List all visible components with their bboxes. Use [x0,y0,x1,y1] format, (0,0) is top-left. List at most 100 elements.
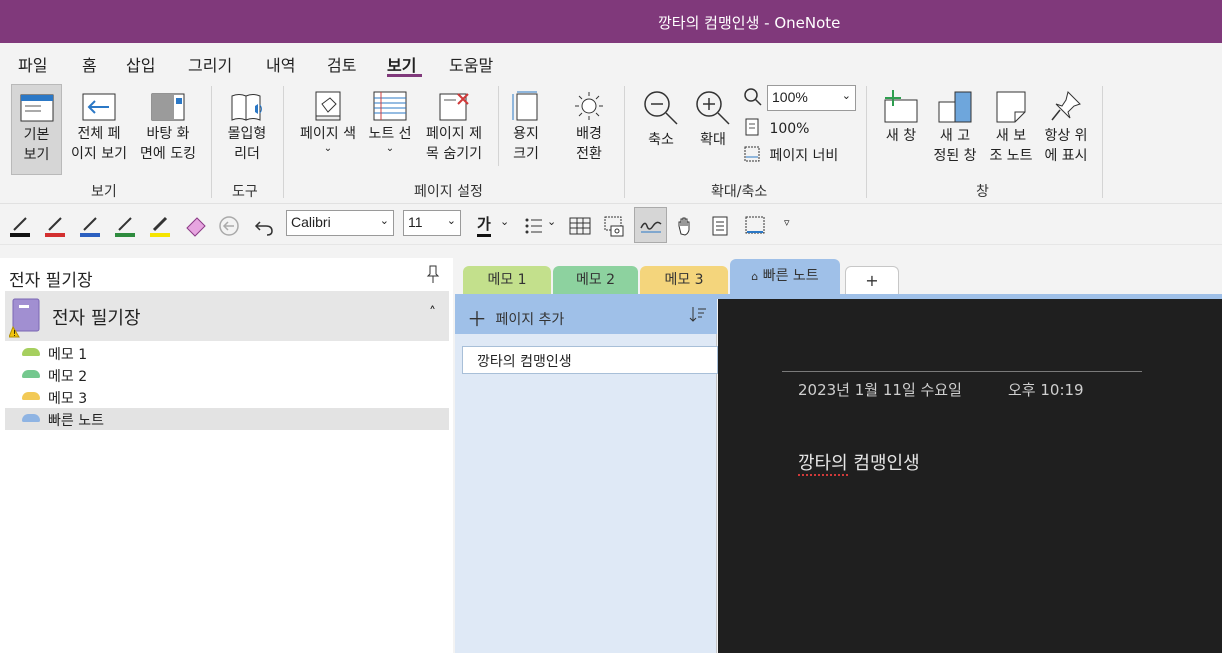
page-width-button[interactable]: 페이지 너비 [743,145,838,165]
notebook-row[interactable]: ! 전자 필기장 ˄ [5,291,449,341]
always-on-top-button[interactable]: 항상 위 에 표시 [1038,84,1094,175]
tab-history[interactable]: 내역 [266,52,295,76]
chevron-down-icon: ⌄ [323,143,333,154]
always-on-top-label-1: 항상 위 [1044,128,1088,144]
font-size-value: 11 [408,214,423,230]
section-tab-memo2[interactable]: 메모 2 [553,266,638,294]
normal-view-icon [20,94,53,122]
tab-draw[interactable]: 그리기 [188,52,232,76]
ink-to-text-button[interactable] [634,207,667,243]
hide-title-icon [439,93,469,121]
undo-icon[interactable] [252,214,276,238]
add-section-button[interactable]: + [845,266,899,294]
text-style-button[interactable]: 가 [477,213,491,237]
section-tab-memo3[interactable]: 메모 3 [640,266,728,294]
tab-review[interactable]: 검토 [327,52,356,76]
new-window-label: 새 창 [885,128,917,144]
hand-icon[interactable] [673,214,697,238]
pin-pane-icon[interactable] [424,264,442,284]
hide-page-title-button[interactable]: 페이지 제 목 숨기기 [418,84,490,175]
full-page-view-button[interactable]: 전체 페 이지 보기 [64,84,134,175]
page-width-icon[interactable] [743,214,767,238]
dock-to-desktop-button[interactable]: 바탕 화 면에 도킹 [134,84,202,175]
section-item-memo3[interactable]: 메모 3 [5,386,449,408]
section-label: 메모 3 [48,391,88,407]
new-window-button[interactable]: 새 창 [874,84,928,175]
chevron-down-icon[interactable]: ⌄ [547,215,556,228]
customize-toolbar-icon[interactable]: ▿ [784,216,790,229]
zoom-level-value: 100% [772,89,808,105]
notebook-icon: ! [9,298,40,338]
quick-notes-label: 빠른 노트 [762,268,819,284]
green-pen-icon[interactable] [113,214,137,238]
new-docked-window-button[interactable]: 새 고 정된 창 [928,84,982,175]
note-body[interactable]: 깡타의 컴맹인생 [798,449,920,476]
background-label-1: 배경 [576,126,602,142]
section-item-quick-notes[interactable]: 빠른 노트 [5,408,449,430]
yellow-highlighter-icon[interactable] [148,214,172,238]
font-size-select[interactable]: 11 ⌄ [403,210,461,236]
sort-icon[interactable] [688,305,708,323]
note-canvas[interactable]: 2023년 1월 11일 수요일 오후 10:19 깡타의 컴맹인생 [718,299,1222,653]
add-page-button[interactable]: ＋ 페이지 추가 [467,303,564,332]
magnifier-icon [744,88,762,106]
bullet-list-icon[interactable] [522,214,546,238]
tab-help[interactable]: 도움말 [449,52,493,76]
section-item-memo2[interactable]: 메모 2 [5,364,449,386]
page-color-button[interactable]: 페이지 색 ⌄ [292,84,364,175]
paper-size-button[interactable]: 용지 크기 [504,84,548,175]
new-side-note-button[interactable]: 새 보 조 노트 [984,84,1038,175]
black-pen-icon[interactable] [8,214,32,238]
zoom-out-button[interactable]: 축소 [636,84,686,175]
group-separator [498,86,499,166]
paper-size-label-1: 용지 [513,126,539,142]
blue-pen-icon[interactable] [78,214,102,238]
zoom-100-button[interactable]: 100% [745,118,809,137]
note-time: 오후 10:19 [1008,381,1084,399]
page-width-icon [744,146,760,162]
page-item[interactable]: 깡타의 컴맹인생 [462,346,718,374]
group-separator [211,86,212,198]
section-color-chip [22,392,40,400]
tab-insert[interactable]: 삽입 [126,52,155,76]
note-body-rest: 컴맹인생 [847,453,920,474]
notebook-sidebar: 전자 필기장 ! 전자 필기장 ˄ 메모 1 메모 2 메모 3 빠른 노트 [0,258,453,653]
chevron-down-icon[interactable]: ⌄ [500,215,509,228]
section-tab-memo1[interactable]: 메모 1 [463,266,551,294]
font-family-select[interactable]: Calibri ⌄ [286,210,394,236]
eraser-icon[interactable] [183,214,207,238]
chevron-up-icon[interactable]: ˄ [429,305,436,321]
zoom-level-select[interactable]: 100% ⌄ [767,85,856,111]
immersive-reader-button[interactable]: 몰입형 리더 [218,84,276,175]
tab-home[interactable]: 홈 [82,52,97,76]
section-tabs: 메모 1 메모 2 메모 3 ⌂ 빠른 노트 + [455,258,1222,294]
red-pen-icon[interactable] [43,214,67,238]
group-separator [283,86,284,198]
group-separator [624,86,625,198]
section-color-chip [22,348,40,356]
table-icon[interactable] [568,214,592,238]
normal-view-label-2: 보기 [23,147,50,163]
chevron-down-icon: ⌄ [446,215,456,227]
drawing-toolbar: Calibri ⌄ 11 ⌄ 가 ⌄ ⌄ ▿ [0,205,1222,245]
page-icon [745,118,759,136]
section-color-chip [22,370,40,378]
normal-view-button[interactable]: 기본 보기 [11,84,62,175]
section-item-memo1[interactable]: 메모 1 [5,342,449,364]
ribbon-tabs: 파일 홈 삽입 그리기 내역 검토 보기 도움말 [0,43,1222,80]
rule-lines-button[interactable]: 노트 선 ⌄ [364,84,416,175]
immersive-label-1: 몰입형 [227,126,267,142]
page-view-icon[interactable] [708,214,732,238]
full-page-label-2: 이지 보기 [71,146,127,162]
zoom-in-button[interactable]: 확대 [688,84,738,175]
sidebar-header: 전자 필기장 [9,271,93,291]
tab-file[interactable]: 파일 [18,52,47,76]
rule-lines-label: 노트 선 [368,126,412,142]
title-underline [782,371,1142,372]
switch-background-button[interactable]: 배경 전환 [562,84,616,175]
screen-clip-icon[interactable] [603,214,627,238]
tab-view[interactable]: 보기 [387,52,416,76]
ribbon: 기본 보기 전체 페 이지 보기 바탕 화 면에 도킹 보기 몰입형 리더 도구… [0,80,1222,204]
section-tab-quick-notes[interactable]: ⌂ 빠른 노트 [730,259,840,294]
back-arrow-icon[interactable] [217,214,241,238]
